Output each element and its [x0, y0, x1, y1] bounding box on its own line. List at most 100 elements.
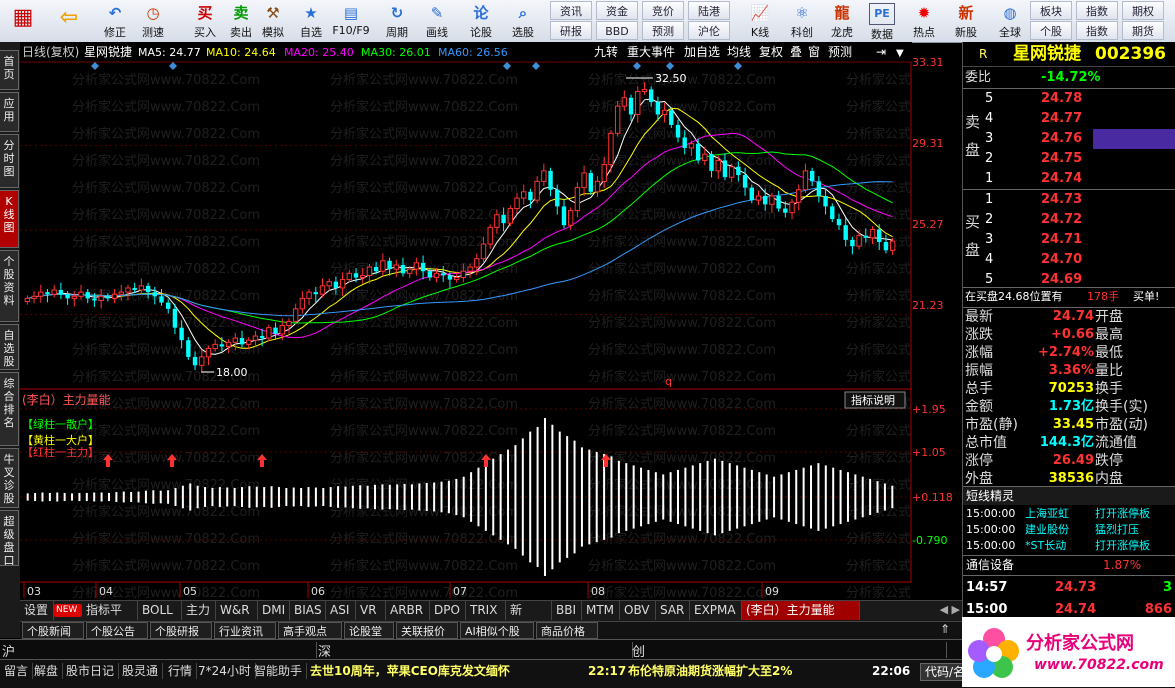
chart-header-button-5[interactable]: 叠: [790, 45, 802, 59]
left-tab-6[interactable]: 综合排名: [0, 372, 19, 446]
news-tab-0[interactable]: 个股新闻: [22, 622, 84, 639]
short-elf-row[interactable]: 15:00:00 建业股份 猛烈打压: [963, 522, 1175, 538]
toolbar-search-button[interactable]: ⌕ 选股: [504, 0, 542, 42]
indicator-tab-0[interactable]: 设置: [20, 601, 54, 620]
sell-level-row[interactable]: 5 24.78: [963, 89, 1175, 109]
grid-bottom-button-1[interactable]: BBD: [596, 21, 638, 40]
grid-top-button-0[interactable]: 资讯: [550, 1, 592, 20]
news-tab-8[interactable]: 商品价格: [536, 622, 598, 639]
grid-bottom-button-3[interactable]: 沪伦: [688, 21, 730, 40]
grid-top-button-3[interactable]: 陆港: [688, 1, 730, 20]
short-elf-row[interactable]: 15:00:00 上海亚虹 打开涨停板: [963, 506, 1175, 522]
chart-header-button-6[interactable]: 窗: [808, 45, 820, 59]
left-tab-7[interactable]: 牛叉诊股: [0, 448, 19, 508]
chart-menu-chevron-icon[interactable]: ▼: [896, 48, 904, 59]
toolbar-globe-button[interactable]: ◍ 全球: [990, 0, 1030, 42]
indicator-tab-6[interactable]: DMI: [258, 601, 290, 620]
left-tab-4[interactable]: 个股资料: [0, 250, 19, 322]
indicator-tab-7[interactable]: BIAS: [290, 601, 326, 620]
toolbar-clock-button[interactable]: ◷ 测速: [134, 0, 172, 42]
index-label-0[interactable]: 沪: [2, 641, 15, 660]
status-item-6[interactable]: 智能助手: [250, 663, 308, 679]
news-tab-1[interactable]: 个股公告: [86, 622, 148, 639]
news-tab-2[interactable]: 个股研报: [150, 622, 212, 639]
indicator-tab-5[interactable]: W&R: [216, 601, 258, 620]
sell-level-row[interactable]: 2 24.75: [963, 149, 1175, 169]
toolbar-hot-button[interactable]: ✹ 热点: [904, 0, 944, 42]
toolbar-sci-button[interactable]: ⚛ 科创: [782, 0, 822, 42]
toolbar-f10-button[interactable]: ▤ F10/F9: [332, 0, 370, 42]
status-item-0[interactable]: 留言: [0, 663, 34, 679]
right-top-button-0[interactable]: 板块: [1030, 1, 1072, 20]
toolbar-kline-button[interactable]: 📈 K线: [740, 0, 780, 42]
indicator-tab-19[interactable]: (李白）主力量能: [742, 601, 860, 620]
chart-header-button-7[interactable]: 预测: [828, 45, 852, 59]
index-label-1[interactable]: 深: [318, 641, 331, 660]
left-tab-8[interactable]: 超级盘口: [0, 510, 19, 567]
status-item-3[interactable]: 股灵通: [118, 663, 164, 679]
chart-header-button-1[interactable]: 重大事件: [627, 45, 675, 59]
indicator-tab-11[interactable]: DPO: [430, 601, 466, 620]
indicator-tab-2[interactable]: 指标平台: [82, 601, 138, 636]
right-top-button-2[interactable]: 期权: [1122, 1, 1164, 20]
grid-bottom-button-2[interactable]: 预测: [642, 21, 684, 40]
indicator-tab-13[interactable]: 新DMA: [506, 601, 552, 636]
news-tab-7[interactable]: AI相似个股: [460, 622, 534, 639]
short-elf-row[interactable]: 15:00:00 *ST长动 打开涨停板: [963, 538, 1175, 554]
chart-header-button-0[interactable]: 九转: [594, 44, 618, 59]
chart-header-button-4[interactable]: 复权: [759, 45, 783, 59]
indicator-tab-1[interactable]: NEW: [54, 604, 82, 617]
index-label-2[interactable]: 创: [632, 641, 645, 660]
chart-header-button-3[interactable]: 均线: [727, 45, 751, 59]
indicator-tab-18[interactable]: EXPMA: [690, 601, 742, 620]
toolbar-new-stock-button[interactable]: 新新股: [946, 0, 986, 42]
buy-level-row[interactable]: 1 24.73: [963, 190, 1175, 210]
buy-level-row[interactable]: 4 24.70: [963, 250, 1175, 270]
sell-level-row[interactable]: 1 24.74: [963, 169, 1175, 189]
toolbar-hammer-button[interactable]: ⚒ 模拟: [254, 0, 292, 42]
news-ticker-1[interactable]: 去世10周年，苹果CEO库克发文缅怀: [306, 663, 514, 679]
toolbar-back-arrow-button[interactable]: ⇦: [48, 0, 90, 42]
grid-top-button-2[interactable]: 竞价: [642, 1, 684, 20]
buy-level-row[interactable]: 3 24.71: [963, 230, 1175, 250]
indicator-tab-3[interactable]: BOLL: [138, 601, 182, 620]
toolbar-buy-button[interactable]: 买买入: [186, 0, 224, 42]
right-bottom-button-0[interactable]: 个股: [1030, 21, 1072, 40]
collapse-up-icon[interactable]: ⇑: [940, 622, 950, 636]
toolbar-grid-button[interactable]: ▦: [2, 0, 44, 42]
status-item-5[interactable]: 7*24小时: [194, 663, 256, 679]
indicator-tab-15[interactable]: MTM: [582, 601, 620, 620]
grid-bottom-button-0[interactable]: 研报: [550, 21, 592, 40]
indicator-tab-10[interactable]: ARBR: [386, 601, 430, 620]
toolbar-discuss-button[interactable]: 论论股: [462, 0, 500, 42]
left-tab-3[interactable]: K线图: [0, 190, 19, 248]
news-tab-3[interactable]: 行业资讯: [214, 622, 276, 639]
toolbar-cycle-button[interactable]: ↻ 周期: [378, 0, 416, 42]
right-top-button-1[interactable]: 指数: [1076, 1, 1118, 20]
toolbar-pencil-button[interactable]: ✎ 画线: [418, 0, 456, 42]
chart-expand-icon[interactable]: ⇥: [876, 45, 886, 59]
kline-chart-area[interactable]: 分析家公式网www.70822.Com 分析家公式网www.70822.Com 分析…: [20, 42, 1034, 601]
news-ticker-2[interactable]: 布伦特原油期货涨幅扩大至2%: [624, 663, 796, 679]
left-tab-5[interactable]: 自选股: [0, 324, 19, 370]
toolbar-undo-button[interactable]: ↶ 修正: [96, 0, 134, 42]
toolbar-pe-button[interactable]: PE 数据: [862, 0, 902, 42]
status-item-4[interactable]: 行情: [164, 663, 198, 679]
tabs-scroll-arrows-icon[interactable]: ◀ ▶: [940, 603, 960, 616]
short-elf-header[interactable]: 短线精灵: [963, 487, 1175, 505]
indicator-tab-4[interactable]: 主力: [182, 601, 216, 620]
indicator-tab-9[interactable]: VR: [356, 601, 386, 620]
indicator-tab-17[interactable]: SAR: [656, 601, 690, 620]
right-bottom-button-2[interactable]: 期货: [1122, 21, 1164, 40]
left-tab-0[interactable]: 首页: [0, 50, 19, 90]
news-tab-5[interactable]: 论股堂: [344, 622, 394, 639]
indicator-tab-12[interactable]: TRIX: [466, 601, 506, 620]
chart-header-button-2[interactable]: 加自选: [684, 45, 720, 59]
indicator-tab-8[interactable]: ASI: [326, 601, 356, 620]
status-item-1[interactable]: 解盘: [30, 663, 64, 679]
indicator-tab-16[interactable]: OBV: [620, 601, 656, 620]
toolbar-dragon-button[interactable]: 龍龙虎: [822, 0, 862, 42]
left-tab-2[interactable]: 分时图: [0, 134, 19, 188]
grid-top-button-1[interactable]: 资金: [596, 1, 638, 20]
left-tab-1[interactable]: 应用: [0, 92, 19, 132]
